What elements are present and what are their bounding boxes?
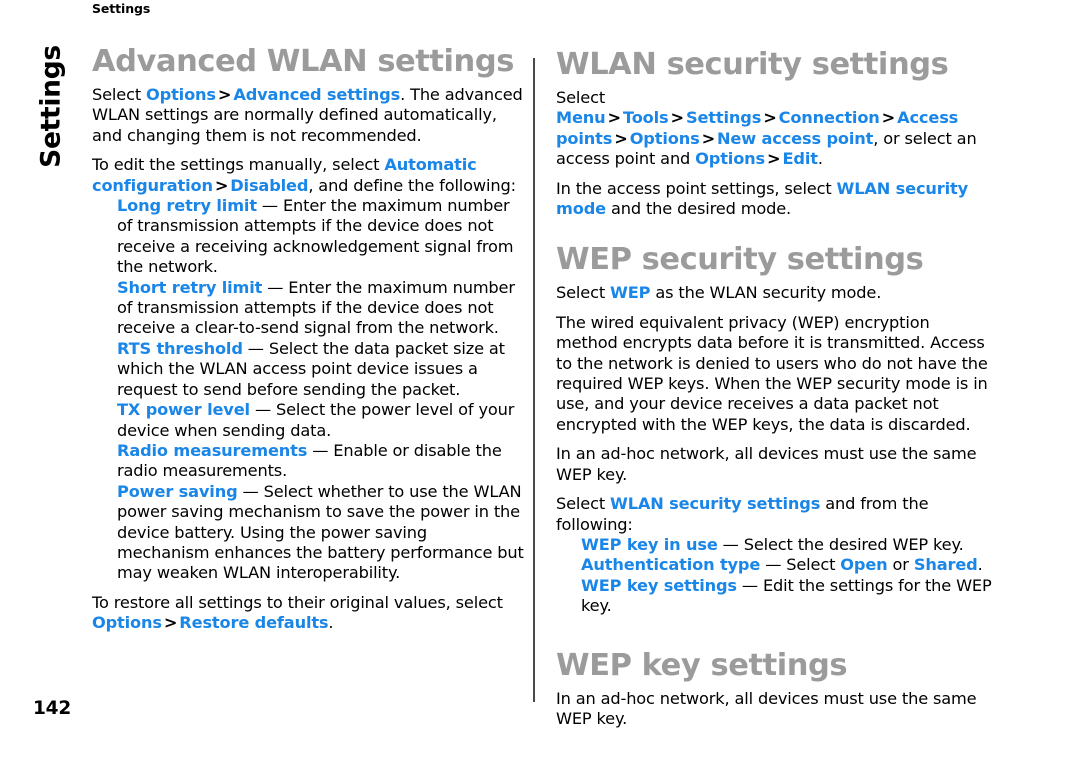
section-thumb-tab: Settings: [35, 45, 67, 168]
ui-term-wep-key-in-use: WEP key in use: [581, 534, 718, 554]
paragraph-adhoc-same-key-1: In an ad-hoc network, all devices must u…: [556, 444, 977, 484]
ui-term-restore-defaults: Restore defaults: [179, 613, 329, 633]
text-run: Select: [92, 85, 147, 104]
list-item: Long retry limit — Enter the maximum num…: [117, 196, 524, 278]
em-dash: —: [254, 400, 271, 420]
left-column: Advanced WLAN settings Select Options > Ad…: [92, 0, 524, 643]
separator-gt: >: [217, 85, 232, 104]
ui-term-options: Options: [629, 128, 700, 148]
ui-term-radio-measurements: Radio measurements: [117, 440, 308, 460]
ui-term-new-access-point: New access point: [716, 128, 874, 148]
em-dash: —: [242, 481, 259, 501]
em-dash: —: [312, 440, 329, 460]
definition-text: Select: [786, 555, 841, 575]
separator-gt: >: [614, 128, 628, 148]
separator-gt: >: [670, 108, 685, 128]
text-run: .: [977, 555, 983, 575]
heading-wep-key-settings: WEP key settings: [556, 647, 848, 683]
paragraph-wep-explanation: The wired equivalent privacy (WEP) encry…: [556, 312, 988, 434]
ui-term-edit: Edit: [782, 149, 818, 169]
list-item: Radio measurements — Enable or disable t…: [117, 441, 524, 482]
list-item: RTS threshold — Select the data packet s…: [117, 339, 524, 400]
paragraph-menu-path-access-points: Select Menu > Tools > Settings > Connection > Ac…: [556, 88, 992, 170]
text-run: Select: [556, 283, 611, 303]
text-run: To edit the settings manually, select: [92, 155, 385, 175]
separator-gt: >: [607, 108, 622, 128]
paragraph-edit-settings-manually: To edit the settings manually, select Au…: [92, 155, 524, 196]
ui-term-tools: Tools: [622, 108, 669, 128]
paragraph-select-wep: Select WEP as the WLAN security mode.: [556, 283, 992, 303]
ui-term-long-retry-limit: Long retry limit: [117, 196, 257, 216]
text-run: , and define the following:: [308, 175, 516, 195]
ui-term-options: Options: [146, 85, 216, 104]
ui-term-short-retry-limit: Short retry limit: [117, 277, 263, 297]
em-dash: —: [247, 338, 264, 358]
ui-term-options: Options: [92, 613, 162, 633]
text-run: .: [817, 149, 823, 169]
ui-term-open: Open: [840, 555, 888, 575]
ui-term-advanced-settings: Advanced settings: [233, 85, 401, 104]
separator-gt: >: [214, 175, 229, 195]
em-dash: —: [765, 555, 782, 575]
heading-wlan-security-settings: WLAN security settings: [556, 47, 949, 82]
list-item: TX power level — Select the power level …: [117, 400, 524, 441]
paragraph-wlan-security-mode: In the access point settings, select WLA…: [556, 179, 992, 220]
ui-term-wlan-security-settings: WLAN security settings: [610, 494, 821, 514]
text-run: .: [328, 613, 334, 633]
heading-wep-security-settings: WEP security settings: [556, 242, 924, 278]
manual-page: Settings Settings Advanced WLAN settings…: [0, 0, 1080, 779]
paragraph-select-wlan-security-settings: Select WLAN security settings and from t…: [556, 494, 992, 535]
page-number: 142: [33, 698, 72, 719]
separator-gt: >: [163, 613, 178, 633]
text-run: Select: [556, 494, 611, 514]
ui-term-menu: Menu: [556, 108, 606, 128]
ui-term-wep: WEP: [610, 283, 651, 303]
column-divider: [533, 58, 535, 702]
text-run: as the WLAN security mode.: [650, 283, 882, 303]
list-item: Authentication type — Select Open or Sha…: [581, 555, 992, 575]
ui-term-wep-key-settings: WEP key settings: [581, 575, 737, 595]
text-run: To restore all settings to their origina…: [92, 592, 503, 612]
text-run: and the desired mode.: [605, 199, 792, 219]
ui-term-authentication-type: Authentication type: [581, 555, 761, 575]
ui-term-disabled: Disabled: [230, 175, 309, 195]
definition-list-advanced-settings: Long retry limit — Enter the maximum num…: [92, 196, 524, 584]
list-item: WEP key in use — Select the desired WEP …: [581, 535, 992, 555]
ui-term-power-saving: Power saving: [117, 481, 238, 501]
ui-term-options: Options: [695, 149, 766, 169]
separator-gt: >: [767, 149, 781, 169]
list-item: WEP key settings — Edit the settings for…: [581, 576, 992, 617]
separator-gt: >: [881, 108, 896, 128]
ui-term-shared: Shared: [913, 555, 978, 575]
separator-gt: >: [701, 128, 716, 148]
em-dash: —: [261, 196, 278, 216]
em-dash: —: [267, 277, 284, 297]
text-run: or: [887, 555, 914, 575]
text-run: Select: [556, 88, 606, 107]
paragraph-restore-defaults: To restore all settings to their origina…: [92, 593, 524, 634]
ui-term-tx-power-level: TX power level: [117, 400, 250, 420]
separator-gt: >: [763, 108, 777, 128]
ui-term-rts-threshold: RTS threshold: [117, 338, 243, 358]
list-item: Short retry limit — Enter the maximum nu…: [117, 278, 524, 339]
ui-term-connection: Connection: [778, 108, 880, 128]
text-run: In the access point settings, select: [556, 178, 837, 198]
definition-list-wep-settings: WEP key in use — Select the desired WEP …: [556, 535, 992, 617]
definition-text: Select the desired WEP key.: [743, 534, 964, 554]
em-dash: —: [741, 575, 758, 595]
ui-term-settings: Settings: [685, 108, 762, 128]
list-item: Power saving — Select whether to use the…: [117, 482, 524, 584]
heading-advanced-wlan-settings: Advanced WLAN settings: [92, 44, 514, 79]
paragraph-adhoc-same-key-2: In an ad-hoc network, all devices must u…: [556, 688, 977, 728]
paragraph-select-options-advanced: Select Options > Advanced settings. The ad…: [92, 85, 524, 146]
right-column: WLAN security settings Select Menu > Tools…: [556, 0, 992, 738]
em-dash: —: [722, 534, 739, 554]
